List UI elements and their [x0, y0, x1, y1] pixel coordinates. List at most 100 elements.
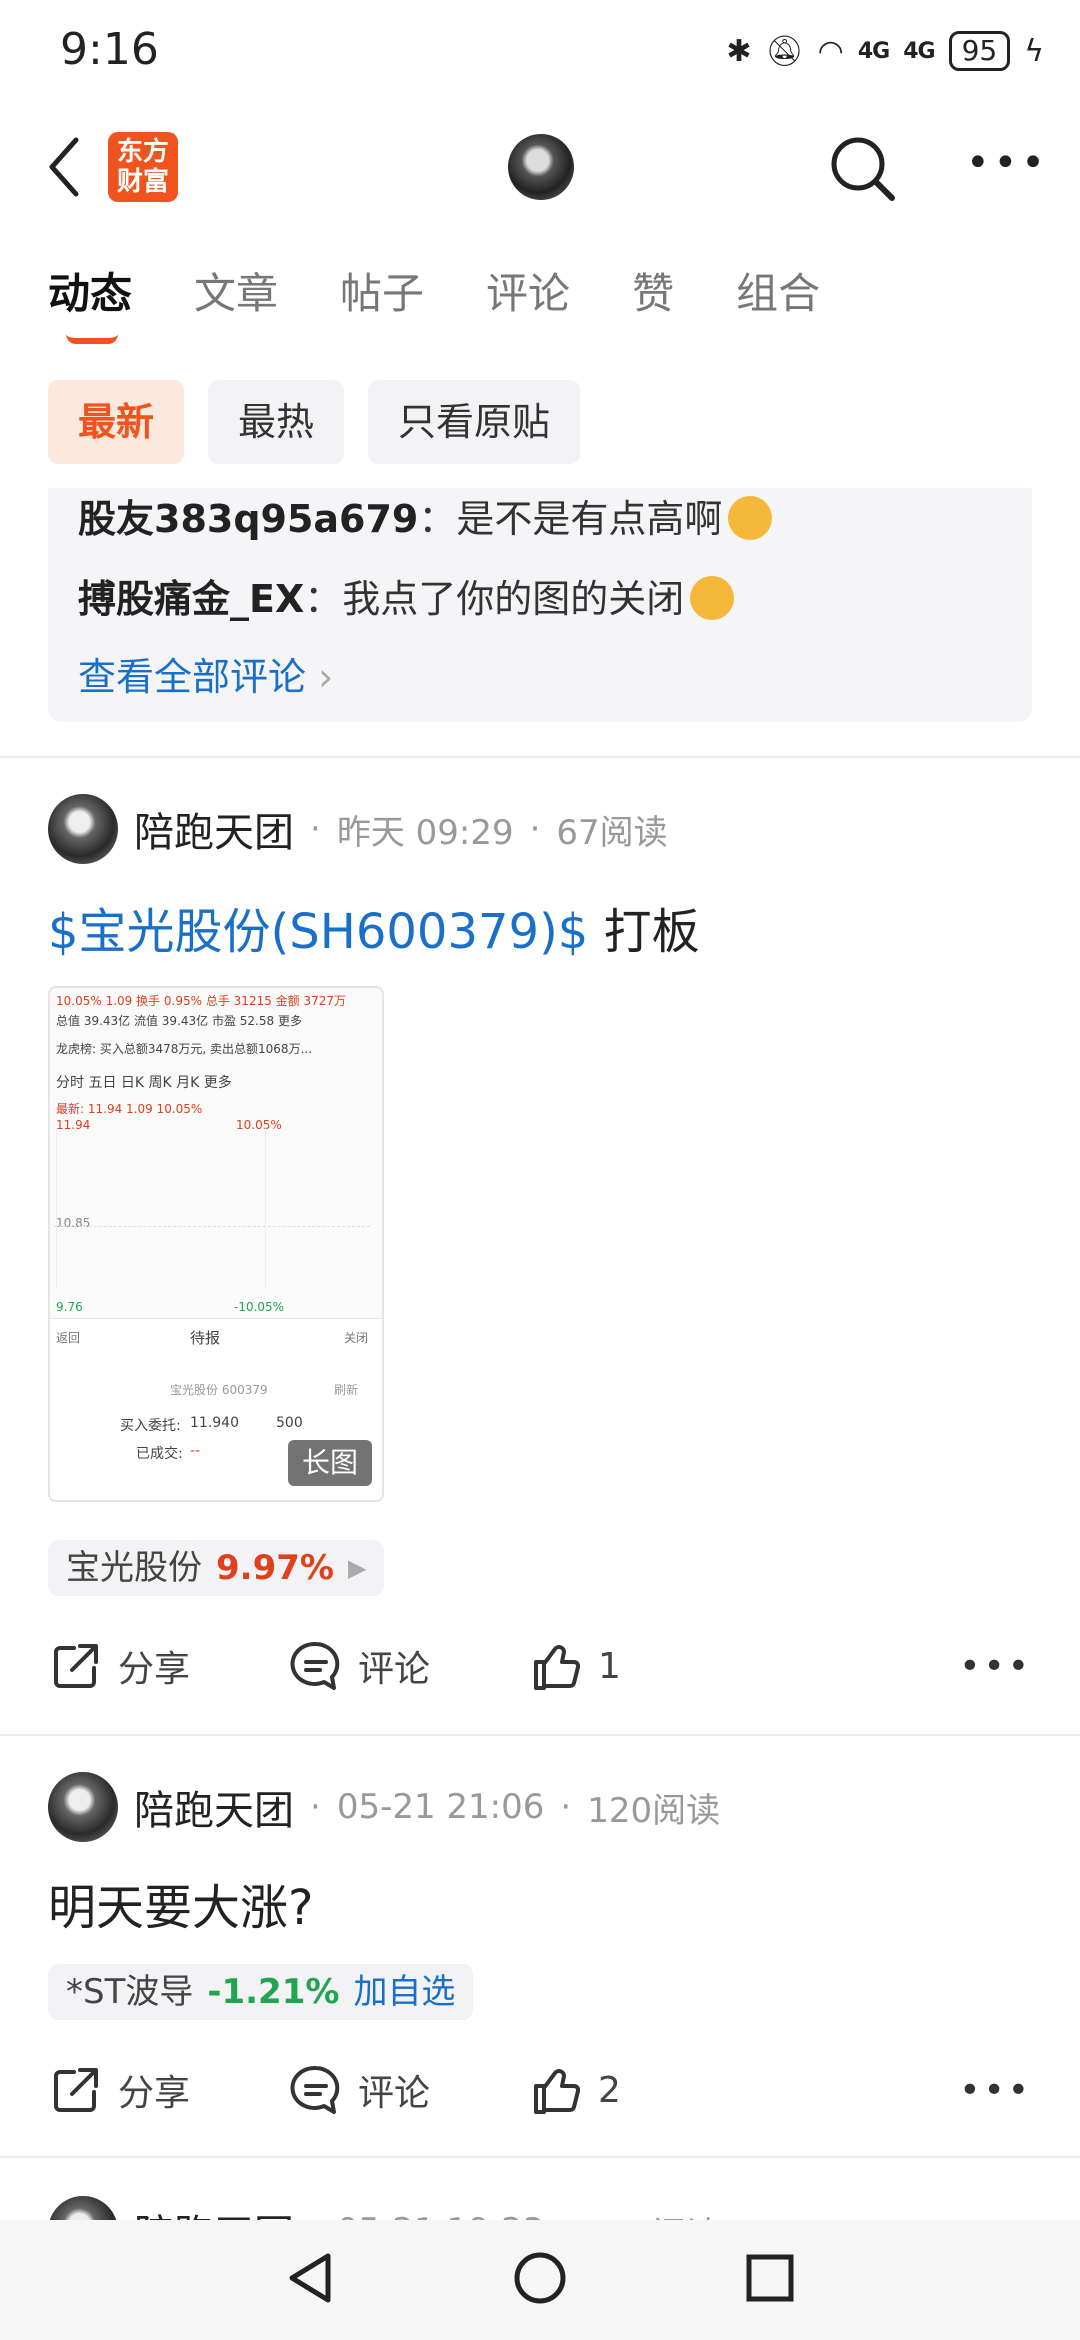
tab-articles[interactable]: 文章: [194, 260, 278, 321]
stock-tag-name: *ST波导: [66, 1972, 194, 2012]
author-avatar[interactable]: [48, 794, 118, 864]
post-reads: 67阅读: [556, 812, 668, 853]
tab-likes[interactable]: 赞: [632, 260, 674, 321]
post-actions: 分享 评论 1 •••: [48, 1630, 1032, 1702]
comment-user: 股友383q95a679: [78, 497, 419, 541]
like-button[interactable]: 2: [528, 2062, 621, 2118]
thumb-buy-qty: 500: [276, 1415, 303, 1431]
share-button[interactable]: 分享: [48, 1638, 288, 1694]
thumb-longhu-line: 龙虎榜: 买入总额3478万元, 卖出总额1068万...: [56, 1042, 313, 1056]
mute-icon: 🔕︎: [765, 33, 804, 69]
comment-sep: ：: [304, 577, 343, 621]
thumb-back: 返回: [56, 1331, 81, 1345]
stock-tag[interactable]: *ST波导 -1.21% 加自选: [48, 1964, 474, 2020]
author-avatar[interactable]: [48, 1772, 118, 1842]
app-logo: 东方 财富: [108, 132, 178, 202]
comment-button[interactable]: 评论: [288, 1638, 528, 1694]
add-watchlist-button[interactable]: 加自选: [353, 1964, 455, 2020]
comment-preview-box: 股友383q95a679：是不是有点高啊 搏股痛金_EX：我点了你的图的关闭 查…: [48, 488, 1032, 722]
thumb-pct-low: -10.05%: [234, 1300, 285, 1314]
signal-2-icon: 4G: [903, 38, 935, 64]
nav-home-icon[interactable]: [512, 2250, 568, 2306]
see-all-comments-link[interactable]: 查看全部评论 ›: [78, 646, 333, 701]
filter-hottest[interactable]: 最热: [208, 380, 345, 464]
tab-posts[interactable]: 帖子: [340, 260, 424, 321]
thumb-chart-area: [56, 1128, 266, 1288]
post-actions: 分享 评论 2 •••: [48, 2054, 1032, 2126]
wifi-icon: ◠: [817, 33, 844, 69]
post-author[interactable]: 陪跑天团: [134, 1778, 294, 1836]
thumb-refresh: 刷新: [334, 1383, 359, 1397]
avatar[interactable]: [508, 134, 574, 200]
stock-link[interactable]: $宝光股份(SH600379)$: [48, 904, 588, 960]
nav-recents-icon[interactable]: [744, 2252, 796, 2304]
post-header: 陪跑天团 · 05-21 21:06 · 120阅读: [48, 1772, 720, 1842]
comment-text: 是不是有点高啊: [456, 497, 723, 541]
thumbs-up-icon: [534, 1645, 581, 1690]
like-count: 2: [598, 2069, 621, 2111]
play-arrow-icon: ▶: [347, 1554, 367, 1582]
comment-user: 搏股痛金_EX: [78, 577, 305, 621]
thumb-period-tabs: 分时 五日 日K 周K 月K 更多: [56, 1075, 232, 1091]
tab-comments[interactable]: 评论: [486, 260, 570, 321]
post-text: 打板: [588, 904, 700, 960]
profile-tabs: 动态 文章 帖子 评论 赞 组合: [48, 260, 820, 321]
laugh-emoji-icon: [690, 576, 735, 620]
post-image[interactable]: 10.05% 1.09 换手 0.95% 总手 31215 金额 3727万 总…: [48, 986, 384, 1502]
comment-icon: [290, 1641, 340, 1690]
like-button[interactable]: 1: [528, 1638, 621, 1694]
thumb-done-label: 已成交:: [136, 1446, 183, 1462]
nav-back-icon[interactable]: [284, 2250, 336, 2306]
more-options-icon[interactable]: •••: [966, 140, 1045, 190]
tab-dynamics[interactable]: 动态: [48, 260, 132, 321]
thumb-quote-line: 10.05% 1.09 换手 0.95% 总手 31215 金额 3727万: [56, 994, 347, 1008]
stock-tag-name: 宝光股份: [66, 1548, 202, 1588]
comment-sep: ：: [418, 497, 457, 541]
long-image-badge: 长图: [288, 1440, 372, 1486]
thumb-close: 关闭: [344, 1331, 369, 1345]
thumb-buy-price: 11.940: [190, 1415, 239, 1431]
share-label: 分享: [118, 1649, 191, 1690]
post-body[interactable]: $宝光股份(SH600379)$ 打板: [48, 892, 700, 962]
bluetooth-icon: ✱: [726, 33, 752, 69]
charging-icon: ϟ: [1024, 33, 1044, 69]
status-time: 9:16: [60, 24, 159, 75]
share-icon: [54, 1644, 98, 1688]
filter-original-only[interactable]: 只看原贴: [368, 380, 581, 464]
thumb-done-val: --: [190, 1443, 201, 1459]
tab-portfolio[interactable]: 组合: [736, 260, 820, 321]
stock-tag-change: -1.21%: [207, 1972, 340, 2012]
post-author[interactable]: 陪跑天团: [134, 800, 294, 858]
post-time: 昨天 09:29: [336, 812, 514, 853]
search-icon[interactable]: [826, 132, 898, 204]
battery-indicator: 95: [948, 31, 1011, 71]
post-header: 陪跑天团 · 昨天 09:29 · 67阅读: [48, 794, 668, 864]
logo-text-2: 财富: [116, 167, 169, 197]
thumb-stock-name: 宝光股份 600379: [170, 1383, 268, 1397]
thumb-stats-line: 总值 39.43亿 流值 39.43亿 市盈 52.58 更多: [56, 1014, 302, 1028]
thumb-latest-line: 最新: 11.94 1.09 10.05%: [56, 1102, 203, 1116]
filter-bar: 最新 最热 只看原贴: [48, 380, 581, 464]
comment-icon: [290, 2065, 340, 2114]
comment-item[interactable]: 搏股痛金_EX：我点了你的图的关闭: [78, 568, 735, 623]
divider: [0, 1734, 1080, 1736]
post-more-icon[interactable]: •••: [959, 1646, 1032, 1687]
status-bar: 9:16 ✱ 🔕︎ ◠ 4G 4G 95 ϟ: [0, 0, 1080, 100]
comment-item[interactable]: 股友383q95a679：是不是有点高啊: [78, 488, 773, 543]
post-text[interactable]: 明天要大涨?: [48, 1868, 313, 1938]
post-more-icon[interactable]: •••: [959, 2070, 1032, 2111]
chevron-right-icon: ›: [318, 655, 334, 699]
comment-label: 评论: [358, 1649, 431, 1690]
comment-button[interactable]: 评论: [288, 2062, 528, 2118]
grin-emoji-icon: [728, 496, 773, 540]
filter-latest[interactable]: 最新: [48, 380, 185, 464]
see-all-label: 查看全部评论: [78, 655, 307, 699]
stock-tag[interactable]: 宝光股份 9.97% ▶: [48, 1540, 385, 1596]
share-button[interactable]: 分享: [48, 2062, 288, 2118]
post-reads: 120阅读: [587, 1790, 721, 1831]
back-icon[interactable]: [40, 132, 90, 202]
comment-label: 评论: [358, 2073, 431, 2114]
post-time: 05-21 21:06: [336, 1787, 545, 1827]
thumb-buy-label: 买入委托:: [120, 1418, 181, 1434]
divider: [0, 756, 1080, 758]
